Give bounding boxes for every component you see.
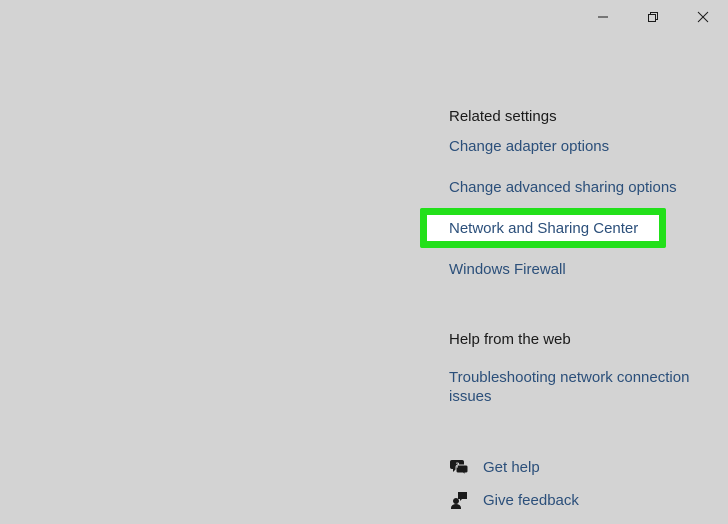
change-advanced-sharing-options-link[interactable]: Change advanced sharing options [449,178,677,197]
network-and-sharing-center-link[interactable]: Network and Sharing Center [449,219,638,238]
window-controls [578,0,728,34]
get-help-row[interactable]: ? Get help [449,457,540,477]
give-feedback-link[interactable]: Give feedback [483,492,579,509]
change-adapter-options-link[interactable]: Change adapter options [449,137,609,156]
restore-button[interactable] [628,0,678,34]
close-icon [697,11,709,23]
restore-icon [647,11,659,23]
feedback-icon [449,490,469,510]
get-help-link[interactable]: Get help [483,459,540,476]
svg-text:?: ? [456,462,460,470]
help-from-web-heading: Help from the web [449,331,571,348]
related-settings-heading: Related settings [449,108,557,125]
windows-firewall-link[interactable]: Windows Firewall [449,260,566,279]
minimize-icon [597,11,609,23]
give-feedback-row[interactable]: Give feedback [449,490,579,510]
minimize-button[interactable] [578,0,628,34]
close-button[interactable] [678,0,728,34]
chat-help-icon: ? [449,457,469,477]
troubleshooting-network-link[interactable]: Troubleshooting network connection issue… [449,368,711,406]
